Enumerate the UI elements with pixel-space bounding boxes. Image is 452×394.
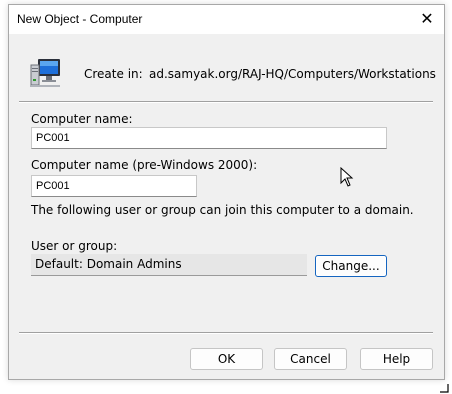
help-button[interactable]: Help xyxy=(360,348,433,370)
resize-grip-icon[interactable] xyxy=(439,383,449,393)
user-group-field: Default: Domain Admins xyxy=(31,254,307,276)
new-object-dialog: New Object - Computer ✕ Create in: ad.sa… xyxy=(8,4,445,380)
user-group-label: User or group: xyxy=(31,239,118,253)
cancel-button[interactable]: Cancel xyxy=(274,348,347,370)
create-in-path: ad.samyak.org/RAJ-HQ/Computers/Workstati… xyxy=(149,67,436,81)
close-icon[interactable]: ✕ xyxy=(416,8,438,30)
change-button[interactable]: Change... xyxy=(315,255,387,277)
join-info-text: The following user or group can join thi… xyxy=(31,203,414,217)
mouse-cursor-icon xyxy=(340,167,354,187)
pre2000-name-label: Computer name (pre-Windows 2000): xyxy=(31,158,258,172)
ok-button[interactable]: OK xyxy=(190,348,263,370)
header-separator xyxy=(19,101,433,103)
computer-name-label: Computer name: xyxy=(31,112,133,126)
footer-separator xyxy=(19,332,433,334)
create-in-label: Create in: xyxy=(84,67,143,81)
computer-name-input[interactable]: PC001 xyxy=(31,127,387,149)
pre2000-name-input[interactable]: PC001 xyxy=(31,175,197,197)
title-bar: New Object - Computer ✕ xyxy=(9,5,444,34)
window-title: New Object - Computer xyxy=(17,12,143,26)
computer-icon xyxy=(30,59,60,87)
